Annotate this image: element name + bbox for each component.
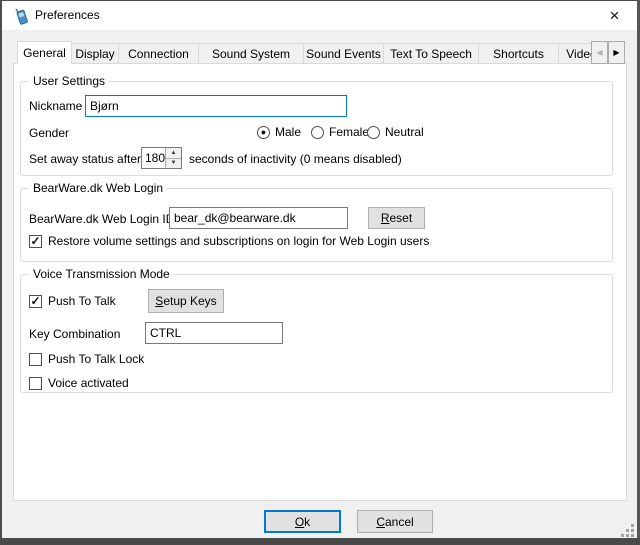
cancel-button-accel: C (376, 515, 385, 529)
key-combination-input[interactable] (145, 322, 283, 344)
tab-bar: General Display Connection Sound System … (17, 41, 605, 64)
radio-neutral-label: Neutral (385, 125, 424, 139)
scroll-right-icon: ▶ (613, 48, 619, 57)
window-border-left (0, 0, 2, 545)
voice-activated-checkbox[interactable]: Voice activated (29, 376, 129, 390)
titlebar[interactable]: Preferences × (2, 1, 637, 30)
push-to-talk-lock-checkbox-box (29, 353, 42, 366)
push-to-talk-checkbox-label: Push To Talk (48, 294, 116, 308)
tab-sound-events-label: Sound Events (306, 47, 381, 61)
tab-connection-label: Connection (128, 47, 189, 61)
reset-button[interactable]: Reset (368, 207, 425, 229)
tab-display-label: Display (75, 47, 114, 61)
cancel-button[interactable]: Cancel (357, 510, 433, 533)
away-seconds-input[interactable] (142, 148, 165, 168)
restore-volume-checkbox-label: Restore volume settings and subscription… (48, 234, 429, 248)
window-border-bottom (0, 538, 640, 545)
away-status-label: Set away status after (29, 152, 141, 166)
reset-button-label: eset (389, 211, 412, 225)
radio-male-label: Male (275, 125, 301, 139)
restore-volume-check-icon: ✓ (30, 235, 40, 247)
gender-label: Gender (29, 126, 69, 140)
ok-button[interactable]: Ok (264, 510, 341, 533)
voice-activated-checkbox-box (29, 377, 42, 390)
preferences-dialog: Preferences × General Display Connection… (0, 0, 640, 545)
setup-keys-button-label: etup Keys (163, 294, 216, 308)
restore-volume-checkbox-box: ✓ (29, 235, 42, 248)
setup-keys-button-accel: S (155, 294, 163, 308)
tab-sound-system[interactable]: Sound System (199, 43, 304, 64)
spinner-up-button[interactable]: ▲ (166, 148, 181, 159)
radio-neutral[interactable]: Neutral (367, 125, 424, 139)
tab-general[interactable]: General (17, 41, 72, 64)
tab-shortcuts-label: Shortcuts (493, 47, 544, 61)
tab-sound-events[interactable]: Sound Events (304, 43, 384, 64)
spinner-up-icon: ▲ (171, 150, 177, 156)
window-title: Preferences (35, 8, 100, 22)
tab-display[interactable]: Display (72, 43, 119, 64)
push-to-talk-checkbox-box: ✓ (29, 295, 42, 308)
group-voice-transmission: Voice Transmission Mode ✓ Push To Talk S… (20, 274, 613, 393)
cancel-button-label: ancel (385, 515, 414, 529)
away-seconds-spinner: ▲ ▼ (141, 147, 182, 169)
radio-female-label: Female (329, 125, 369, 139)
group-voice-transmission-title: Voice Transmission Mode (29, 267, 174, 281)
web-login-id-input[interactable] (169, 207, 348, 229)
key-combination-label: Key Combination (29, 327, 120, 341)
radio-female[interactable]: Female (311, 125, 369, 139)
group-user-settings-title: User Settings (29, 74, 109, 88)
restore-volume-checkbox[interactable]: ✓ Restore volume settings and subscripti… (29, 234, 429, 248)
tab-scroll-right-button[interactable]: ▶ (608, 41, 625, 64)
web-login-id-label: BearWare.dk Web Login ID (29, 212, 174, 226)
voice-activated-checkbox-label: Voice activated (48, 376, 129, 390)
radio-male-dot: ● (261, 128, 266, 137)
spinner-down-icon: ▼ (171, 160, 177, 166)
radio-male-circle: ● (257, 126, 270, 139)
tab-general-label: General (23, 46, 66, 60)
ok-button-accel: O (295, 515, 304, 529)
push-to-talk-lock-checkbox[interactable]: Push To Talk Lock (29, 352, 144, 366)
close-button[interactable]: × (592, 1, 637, 30)
tab-shortcuts[interactable]: Shortcuts (479, 43, 559, 64)
spinner-buttons: ▲ ▼ (165, 148, 181, 168)
tab-sound-system-label: Sound System (212, 47, 290, 61)
group-web-login-title: BearWare.dk Web Login (29, 181, 167, 195)
radio-neutral-circle (367, 126, 380, 139)
nickname-input[interactable] (85, 95, 347, 117)
radio-female-circle (311, 126, 324, 139)
radio-male[interactable]: ● Male (257, 125, 301, 139)
tab-text-to-speech-label: Text To Speech (390, 47, 472, 61)
push-to-talk-checkbox[interactable]: ✓ Push To Talk (29, 294, 116, 308)
scroll-left-icon: ◀ (596, 48, 602, 57)
tab-scroll-left-button[interactable]: ◀ (591, 41, 608, 64)
group-user-settings: User Settings Nickname Gender ● Male Fem… (20, 81, 613, 176)
ok-button-label: k (304, 515, 310, 529)
push-to-talk-lock-checkbox-label: Push To Talk Lock (48, 352, 144, 366)
tab-text-to-speech[interactable]: Text To Speech (384, 43, 479, 64)
tab-connection[interactable]: Connection (119, 43, 199, 64)
reset-button-accel: R (381, 211, 390, 225)
nickname-label: Nickname (29, 99, 82, 113)
setup-keys-button[interactable]: Setup Keys (148, 289, 224, 313)
spinner-down-button[interactable]: ▼ (166, 159, 181, 169)
push-to-talk-check-icon: ✓ (30, 295, 40, 307)
window-border-top (0, 0, 640, 1)
app-icon (12, 7, 30, 25)
group-web-login: BearWare.dk Web Login BearWare.dk Web Lo… (20, 188, 613, 262)
away-status-suffix-label: seconds of inactivity (0 means disabled) (189, 152, 402, 166)
